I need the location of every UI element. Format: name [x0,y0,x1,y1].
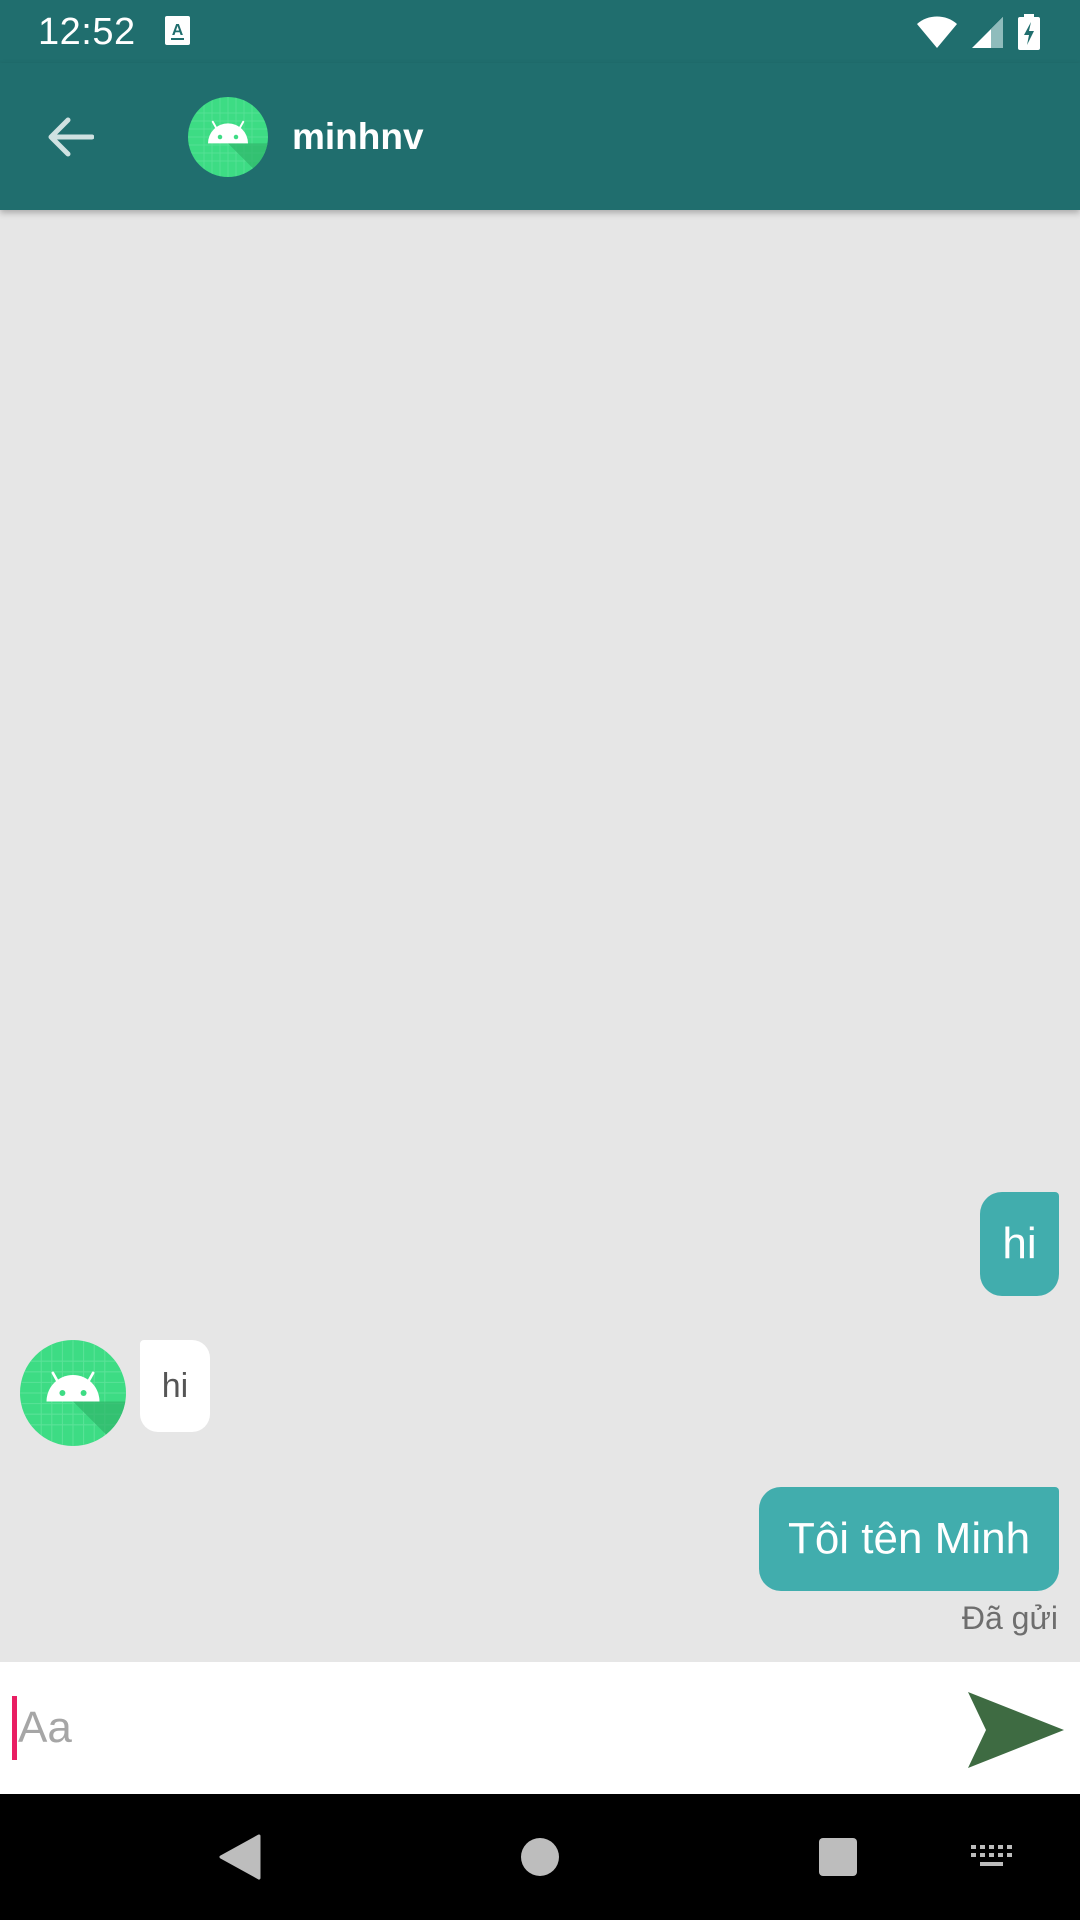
sender-avatar[interactable] [20,1340,126,1446]
contact-name: minhnv [292,116,424,157]
status-bar: 12:52 A [0,0,1080,63]
wifi-icon [917,16,957,48]
message-list[interactable]: hi hi Tôi tên Minh Đã gửi [0,210,1080,1662]
nav-keyboard-button[interactable] [962,1794,1022,1920]
message-composer [0,1662,1080,1794]
nav-back-button[interactable] [210,1794,270,1920]
nav-recents-button[interactable] [808,1794,868,1920]
message-text: hi [1002,1219,1037,1268]
nav-home-button[interactable] [510,1794,570,1920]
contact-avatar[interactable] [188,97,268,177]
back-button[interactable] [40,109,100,165]
incoming-message[interactable]: hi [140,1340,210,1432]
arrow-back-icon [48,117,94,157]
outgoing-message[interactable]: hi [980,1192,1059,1296]
outgoing-message[interactable]: Tôi tên Minh [759,1487,1059,1591]
send-icon [968,1692,1064,1768]
text-cursor [12,1696,17,1760]
keyboard-icon [971,1845,1012,1866]
svg-text:A: A [172,22,184,39]
send-button[interactable] [966,1690,1066,1770]
message-input[interactable] [12,1692,918,1764]
system-navigation-bar [0,1794,1080,1920]
chat-header: minhnv [0,63,1080,210]
battery-charging-icon [1018,14,1040,50]
home-circle-icon [521,1838,559,1876]
status-time: 12:52 [38,11,136,53]
keyboard-a-icon: A [165,16,190,45]
signal-icon [972,17,1003,48]
message-status: Đã gửi [961,1600,1058,1636]
message-text: hi [161,1366,189,1405]
recents-square-icon [819,1838,857,1876]
status-icons [916,12,1040,52]
back-triangle-icon [219,1834,261,1880]
message-text: Tôi tên Minh [787,1514,1031,1563]
